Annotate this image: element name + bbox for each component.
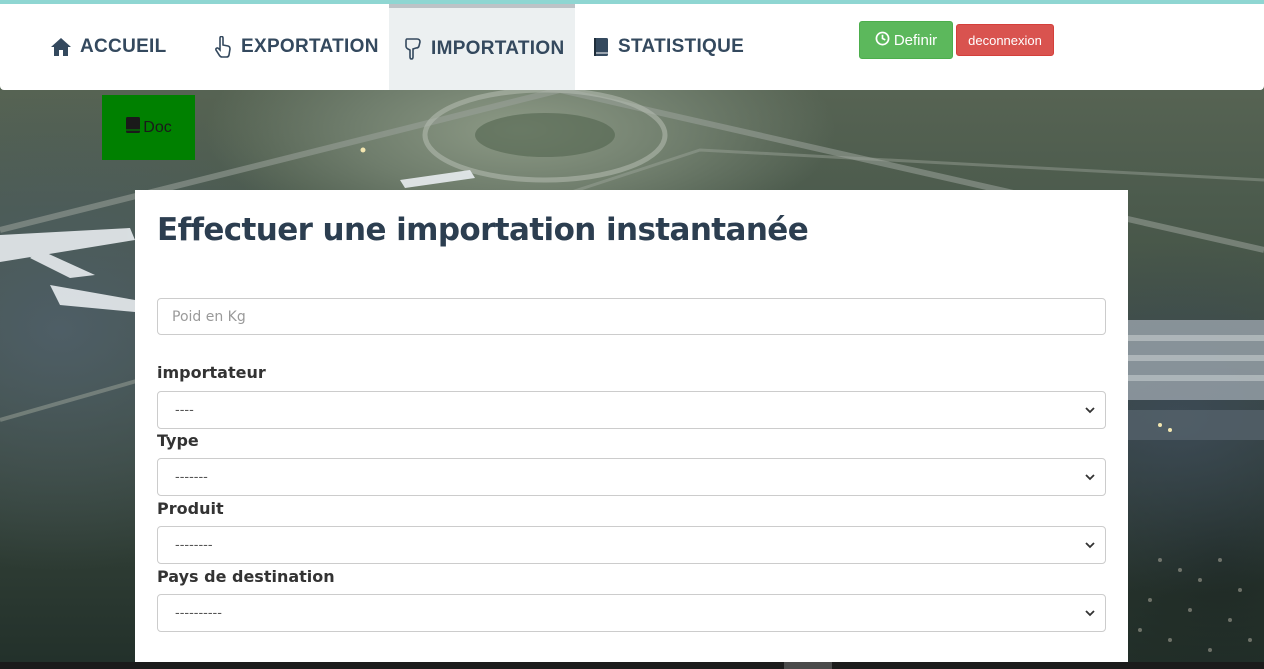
navbar: ACCUEIL EXPORTATION IMPORTATION STATISTI… bbox=[0, 4, 1264, 90]
definir-button[interactable]: Definir bbox=[859, 21, 953, 59]
poid-input[interactable] bbox=[157, 298, 1106, 335]
type-label: Type bbox=[157, 431, 199, 450]
clock-icon bbox=[875, 31, 890, 50]
nav-exportation[interactable]: EXPORTATION bbox=[213, 4, 379, 90]
pays-destination-selected: ---------- bbox=[175, 605, 222, 621]
hand-pointer-down-icon bbox=[403, 38, 423, 60]
nav-exportation-label: EXPORTATION bbox=[241, 36, 379, 57]
chevron-down-icon bbox=[1084, 539, 1096, 555]
page-title: Effectuer une importation instantanée bbox=[157, 212, 809, 248]
nav-statistique[interactable]: STATISTIQUE bbox=[592, 4, 744, 90]
scrollbar-thumb[interactable] bbox=[784, 662, 832, 669]
book-icon bbox=[125, 116, 141, 139]
horizontal-scrollbar[interactable] bbox=[0, 662, 1264, 669]
import-form-panel: Effectuer une importation instantanée im… bbox=[135, 190, 1128, 662]
nav-importation-label: IMPORTATION bbox=[431, 38, 565, 59]
book-icon bbox=[592, 37, 610, 57]
pays-destination-select[interactable]: ---------- bbox=[157, 594, 1106, 632]
nav-statistique-label: STATISTIQUE bbox=[618, 36, 745, 57]
produit-select[interactable]: -------- bbox=[157, 526, 1106, 564]
home-icon bbox=[50, 37, 72, 57]
doc-label: Doc bbox=[143, 118, 172, 136]
definir-label: Definir bbox=[893, 31, 938, 49]
nav-accueil-label: ACCUEIL bbox=[80, 36, 167, 57]
importateur-selected: ---- bbox=[175, 402, 194, 418]
deconnexion-label: deconnexion bbox=[968, 32, 1042, 48]
chevron-down-icon bbox=[1084, 404, 1096, 420]
chevron-down-icon bbox=[1084, 471, 1096, 487]
nav-accueil[interactable]: ACCUEIL bbox=[50, 4, 167, 90]
produit-label: Produit bbox=[157, 499, 224, 518]
importateur-select[interactable]: ---- bbox=[157, 391, 1106, 429]
nav-importation[interactable]: IMPORTATION bbox=[389, 4, 575, 90]
produit-selected: -------- bbox=[175, 537, 213, 553]
chevron-down-icon bbox=[1084, 607, 1096, 623]
hand-pointer-icon bbox=[213, 36, 233, 58]
importateur-label: importateur bbox=[157, 363, 266, 382]
pays-destination-label: Pays de destination bbox=[157, 567, 335, 586]
doc-button[interactable]: Doc bbox=[102, 95, 195, 160]
type-selected: ------- bbox=[175, 469, 208, 485]
deconnexion-button[interactable]: deconnexion bbox=[956, 24, 1054, 56]
type-select[interactable]: ------- bbox=[157, 458, 1106, 496]
